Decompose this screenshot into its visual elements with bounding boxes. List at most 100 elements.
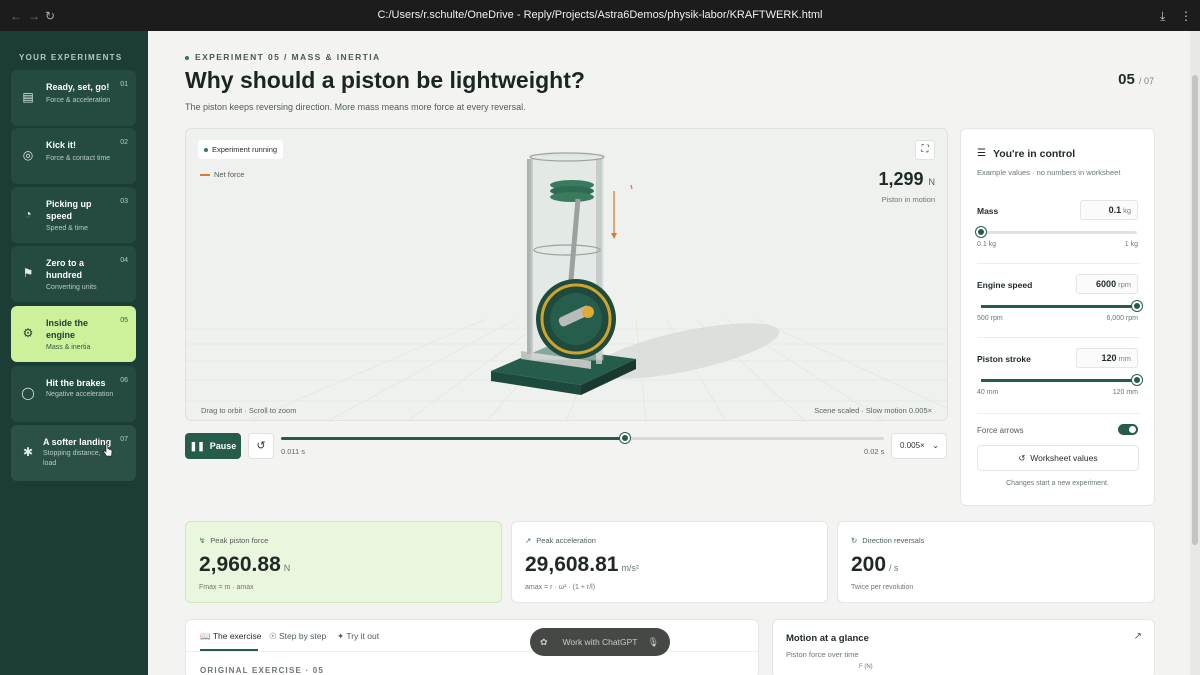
breadcrumb-dot-icon bbox=[185, 55, 189, 60]
person-icon: ✱ bbox=[22, 445, 34, 459]
fullscreen-icon: ⛶ bbox=[921, 144, 929, 155]
download-icon[interactable]: ⤓ bbox=[1160, 9, 1165, 24]
metric-value: 2,960.88 N bbox=[199, 553, 290, 577]
sidebar-item-inside-the-engine[interactable]: ⚙ Inside the engine Mass & inertia 05 bbox=[11, 306, 136, 362]
sidebar-item-number: 03 bbox=[120, 198, 128, 205]
sidebar-item-kick-it[interactable]: ◎ Kick it! Force & contact time 02 bbox=[11, 128, 136, 184]
engine-speed-unit: rpm bbox=[1118, 280, 1131, 289]
mass-min: 0.1 kg bbox=[977, 241, 997, 248]
timeline-end-time: 0.02 s bbox=[864, 447, 885, 456]
timeline-current-time: 0.011 s bbox=[281, 447, 306, 456]
sidebar-item-title: Inside the engine bbox=[46, 318, 89, 340]
engine-speed-min: 500 rpm bbox=[977, 315, 1003, 322]
tab-try-it-out[interactable]: ✦ Try it out bbox=[337, 631, 379, 642]
pause-button[interactable]: ❚❚ Pause bbox=[185, 433, 241, 459]
legend-label: Net force bbox=[214, 170, 245, 179]
metric-value: 200/ s bbox=[851, 553, 899, 577]
more-icon[interactable]: ⋮ bbox=[1180, 9, 1192, 23]
sidebar-item-a-softer-landing[interactable]: ✱ A softer landing Stopping distance, lo… bbox=[11, 425, 136, 481]
tab-label: Try it out bbox=[346, 631, 380, 641]
sidebar-item-subtitle: Force & contact time bbox=[46, 155, 111, 162]
chart-legend: Net force bbox=[200, 170, 244, 179]
metric-formula: Fmax = m · amax bbox=[199, 584, 254, 591]
engine-speed-slider[interactable] bbox=[981, 301, 1142, 311]
piston-stroke-label: Piston stroke bbox=[977, 354, 1031, 364]
worksheet-values-button[interactable]: ↺ Worksheet values bbox=[977, 445, 1139, 471]
mass-slider-handle[interactable] bbox=[976, 227, 986, 237]
engine-3d-scene[interactable] bbox=[186, 129, 948, 421]
simulation-viewer[interactable]: Experiment running Net force ⛶ 1,299 N P… bbox=[185, 128, 948, 421]
control-panel: ☰ You're in control Example values · no … bbox=[960, 128, 1155, 506]
legend-swatch-icon bbox=[200, 174, 210, 177]
tab-step-by-step[interactable]: ☉ Step by step bbox=[269, 631, 326, 642]
metric-peak-force: ↯ Peak piston force 2,960.88 N Fmax = m · … bbox=[185, 521, 502, 603]
sidebar-item-ready-set-go[interactable]: ▤ Ready, set, go! Force & acceleration 0… bbox=[11, 70, 136, 126]
mass-slider[interactable] bbox=[976, 227, 1137, 237]
metric-label-text: Peak acceleration bbox=[536, 536, 596, 545]
force-value: 1,299 bbox=[878, 169, 924, 189]
sidebar-item-number: 04 bbox=[120, 257, 128, 264]
page-total: / 07 bbox=[1138, 76, 1154, 86]
piston-stroke-input[interactable]: 120 mm bbox=[1076, 348, 1138, 368]
piston-stroke-slider-handle[interactable] bbox=[1132, 375, 1142, 385]
exercise-heading: ORIGINAL EXERCISE · 05 bbox=[200, 666, 325, 675]
sidebar-item-picking-up-speed[interactable]: ◔ Picking up speed Speed & time 03 bbox=[11, 187, 136, 243]
piston-stroke-unit: mm bbox=[1118, 354, 1132, 363]
exercise-panel: 📖 The exercise ☉ Step by step ✦ Try it o… bbox=[185, 619, 759, 675]
metric-value: 29,608.81 m/s² bbox=[525, 553, 639, 577]
force-arrows-label: Force arrows bbox=[977, 426, 1024, 435]
metric-label-text: Peak piston force bbox=[210, 536, 269, 545]
page-counter: 05 / 07 bbox=[1118, 71, 1154, 88]
force-arrows-toggle[interactable] bbox=[1118, 424, 1138, 435]
chat-bar[interactable]: ✿ Work with ChatGPT 🎙 bbox=[530, 628, 670, 656]
metric-unit: / s bbox=[889, 563, 899, 573]
engine-speed-max: 6,000 rpm bbox=[1106, 315, 1138, 322]
tab-label: Step by step bbox=[279, 631, 327, 641]
worksheet-values-label: Worksheet values bbox=[1030, 453, 1098, 463]
mass-label: Mass bbox=[977, 206, 999, 216]
sidebar: YOUR EXPERIMENTS ▤ Ready, set, go! Force… bbox=[0, 31, 148, 675]
engine-speed-value: 6000 bbox=[1096, 279, 1117, 289]
mass-input[interactable]: 0.1 kg bbox=[1080, 200, 1138, 220]
toggle-knob bbox=[1129, 426, 1136, 433]
scrollbar[interactable] bbox=[1190, 31, 1200, 675]
pause-label: Pause bbox=[209, 441, 237, 451]
metric-label: ↻ Direction reversals bbox=[851, 536, 924, 545]
timeline-handle[interactable] bbox=[619, 433, 630, 443]
engine-speed-slider-handle[interactable] bbox=[1132, 301, 1142, 311]
sidebar-item-number: 01 bbox=[120, 81, 128, 88]
sidebar-item-subtitle: Negative acceleration bbox=[46, 391, 114, 398]
fullscreen-button[interactable]: ⛶ bbox=[915, 140, 935, 160]
active-tab-indicator bbox=[200, 649, 258, 651]
microphone-icon[interactable]: 🎙 bbox=[648, 628, 659, 656]
reset-icon: ↺ bbox=[1018, 453, 1026, 463]
playback-speed-select[interactable]: 0.005× ⌄ bbox=[891, 433, 947, 459]
sidebar-item-number: 07 bbox=[120, 436, 128, 443]
page-current: 05 bbox=[1118, 71, 1135, 88]
sidebar-item-title: Picking up speed bbox=[46, 199, 92, 221]
divider bbox=[977, 413, 1140, 414]
reset-button[interactable]: ↺ bbox=[248, 433, 274, 459]
sidebar-item-subtitle: Converting units bbox=[46, 284, 97, 291]
sidebar-item-hit-the-brakes[interactable]: ◯ Hit the brakes Negative acceleration 0… bbox=[11, 366, 136, 422]
control-title: You're in control bbox=[993, 148, 1076, 160]
sidebar-item-zero-to-a-hundred[interactable]: ⚑ Zero to a hundred Converting units 04 bbox=[11, 246, 136, 302]
address-bar[interactable]: C:/Users/r.schulte/OneDrive - Reply/Proj… bbox=[0, 9, 1200, 21]
engine-speed-input[interactable]: 6000 rpm bbox=[1076, 274, 1138, 294]
gear-icon: ⚙ bbox=[22, 326, 34, 340]
tab-the-exercise[interactable]: 📖 The exercise bbox=[200, 631, 261, 642]
metric-unit: N bbox=[283, 563, 291, 573]
sidebar-item-title: Ready, set, go! bbox=[46, 82, 110, 92]
sidebar-item-title: Hit the brakes bbox=[46, 378, 106, 388]
pause-icon: ❚❚ bbox=[189, 441, 205, 451]
mass-max: 1 kg bbox=[1124, 241, 1138, 248]
motion-title: Motion at a glance bbox=[786, 633, 869, 644]
piston-stroke-value: 120 bbox=[1101, 353, 1117, 363]
mass-value: 0.1 bbox=[1108, 205, 1122, 215]
motion-axis-label: F (N) bbox=[859, 664, 873, 670]
scrollbar-thumb[interactable] bbox=[1192, 75, 1198, 545]
piston-stroke-slider[interactable] bbox=[981, 375, 1142, 385]
timeline-slider[interactable] bbox=[281, 433, 884, 443]
expand-button[interactable]: ↗ bbox=[1134, 631, 1142, 642]
arrow-up-right-icon: ↗ bbox=[525, 536, 532, 545]
